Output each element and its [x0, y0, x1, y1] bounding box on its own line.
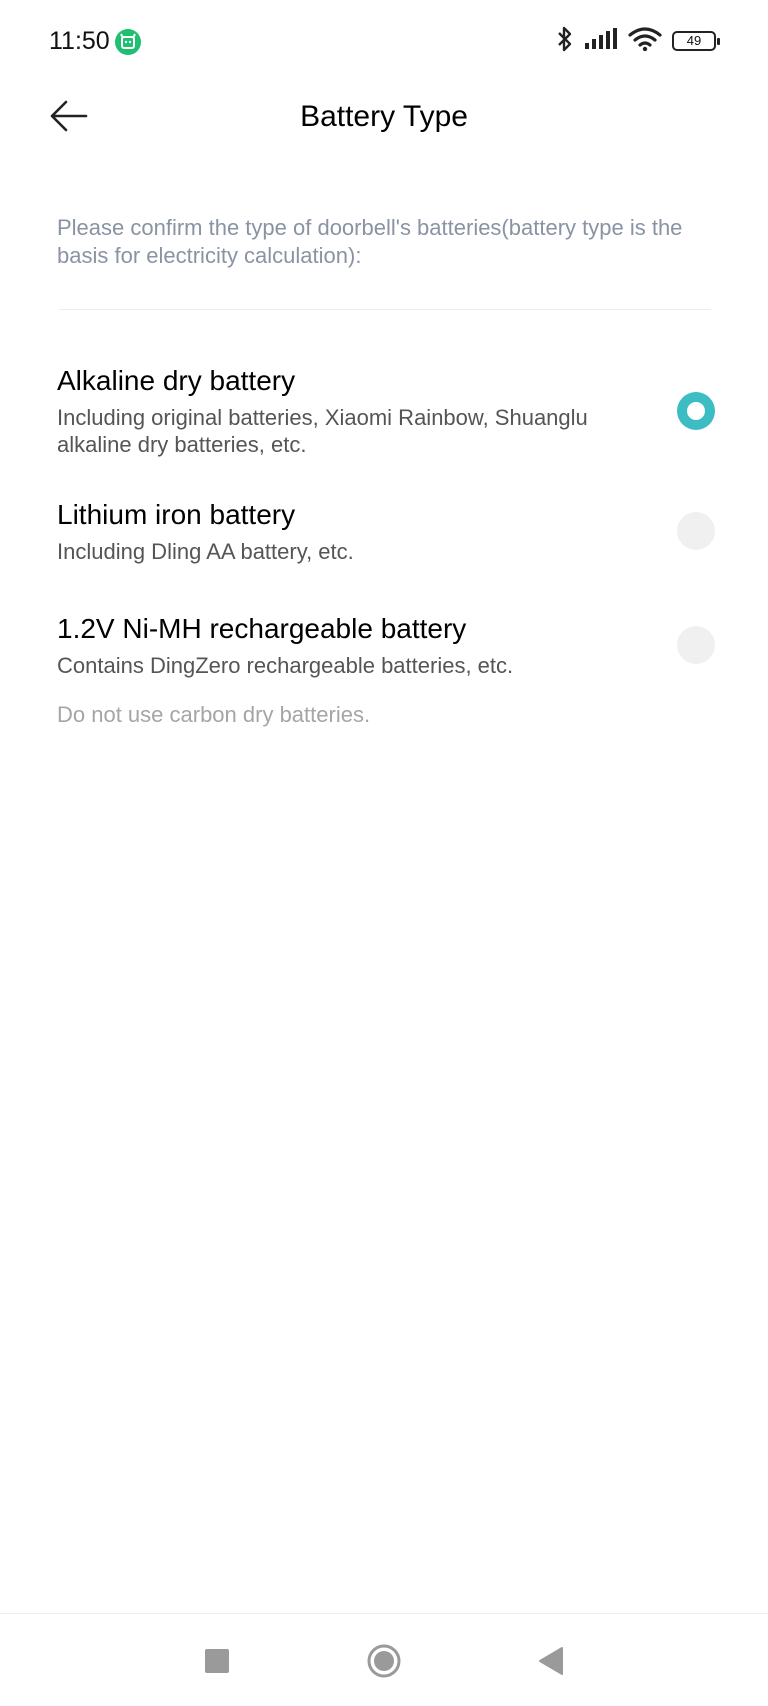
recents-button[interactable] — [192, 1636, 242, 1686]
bluetooth-icon — [556, 25, 574, 58]
intro-text: Please confirm the type of doorbell's ba… — [57, 215, 683, 268]
option-title: Alkaline dry battery — [57, 365, 296, 396]
status-icons: 49 — [556, 25, 720, 58]
wifi-icon — [628, 26, 662, 57]
option-nimh-rechargeable-battery[interactable]: 1.2V Ni-MH rechargeable battery Contains… — [57, 612, 717, 688]
status-time: 11:50 — [49, 27, 110, 55]
system-nav-bar — [0, 1613, 768, 1706]
mi-home-icon — [115, 29, 141, 55]
status-bar: 11:50 49 — [0, 0, 768, 86]
home-button[interactable] — [359, 1636, 409, 1686]
back-triangle-icon — [539, 1647, 563, 1675]
battery-icon: 49 — [672, 31, 720, 51]
page-title: Battery Type — [300, 100, 468, 133]
option-title: 1.2V Ni-MH rechargeable battery — [57, 613, 467, 644]
warning-note: Do not use carbon dry batteries. — [57, 702, 371, 727]
option-alkaline-dry-battery[interactable]: Alkaline dry battery Including original … — [57, 364, 717, 466]
option-description: Including original batteries, Xiaomi Rai… — [57, 405, 588, 457]
radio-unselected[interactable] — [677, 512, 715, 550]
divider — [59, 309, 711, 310]
option-description: Including Dling AA battery, etc. — [57, 539, 354, 564]
radio-unselected[interactable] — [677, 626, 715, 664]
signal-icon — [584, 27, 618, 56]
battery-level: 49 — [686, 33, 702, 48]
back-nav-button[interactable] — [526, 1636, 576, 1686]
radio-selected[interactable] — [677, 392, 715, 430]
option-lithium-iron-battery[interactable]: Lithium iron battery Including Dling AA … — [57, 498, 717, 574]
option-description: Contains DingZero rechargeable batteries… — [57, 653, 514, 678]
home-circle-icon — [367, 1644, 401, 1678]
option-title: Lithium iron battery — [57, 499, 296, 530]
recents-square-icon — [205, 1649, 229, 1673]
header: Battery Type — [0, 86, 768, 152]
